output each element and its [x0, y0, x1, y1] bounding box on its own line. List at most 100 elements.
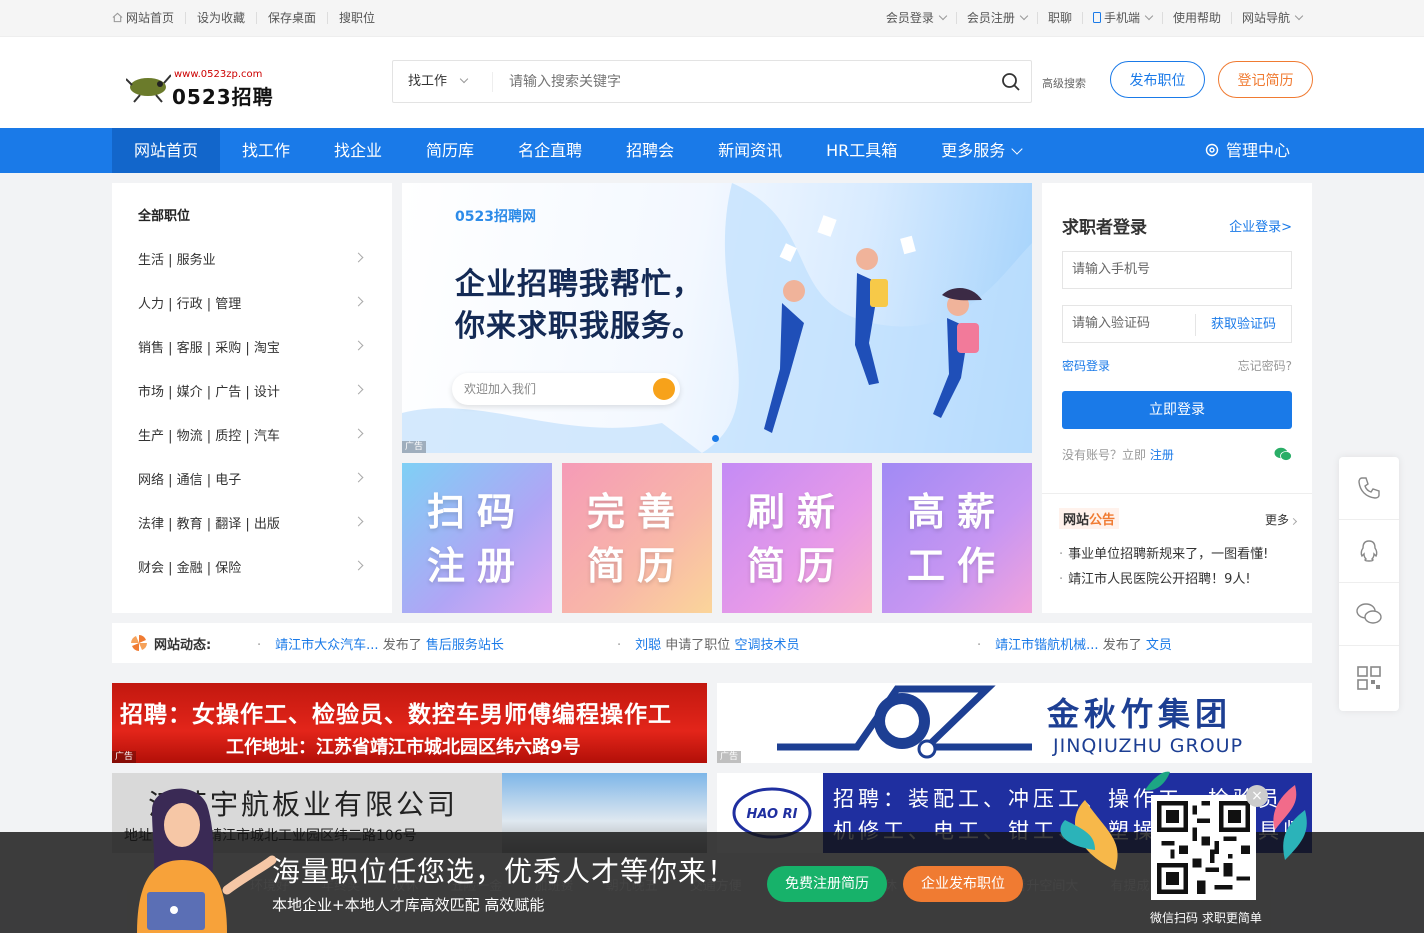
- nav-resume-library[interactable]: 简历库: [404, 128, 496, 173]
- advanced-search-link[interactable]: 高级搜索: [1042, 75, 1086, 91]
- nav-find-job[interactable]: 找工作: [220, 128, 312, 173]
- gear-icon: [1205, 143, 1219, 157]
- publish-job-button[interactable]: 发布职位: [1110, 61, 1205, 98]
- search-icon: [653, 378, 675, 400]
- dynamics-person-link[interactable]: 刘聪: [635, 638, 661, 653]
- nav-hr-toolbox[interactable]: HR工具箱: [804, 128, 919, 173]
- register-resume-button[interactable]: 登记简历: [1218, 61, 1313, 98]
- mobile-menu[interactable]: 手机端: [1081, 11, 1162, 24]
- management-center-link[interactable]: 管理中心: [1204, 128, 1290, 173]
- qq-button[interactable]: [1339, 520, 1399, 583]
- ad-banner-recruit-red[interactable]: 招聘：女操作工、检验员、数控车男师傅编程操作工 工作地址：江苏省靖江市城北园区纬…: [112, 683, 707, 763]
- carousel-dot[interactable]: [712, 435, 719, 442]
- site-logo[interactable]: www.0523zp.com 0523招聘: [126, 63, 276, 109]
- search-input[interactable]: [493, 73, 991, 90]
- company-post-job-button[interactable]: 企业发布职位: [903, 866, 1023, 902]
- promo-subtitle: 本地企业+本地人才库高效匹配 高效赋能: [272, 896, 545, 914]
- dynamics-item: 刘聪 申请了职位 空调技术员: [617, 634, 799, 653]
- dynamics-item: 靖江市大众汽车... 发布了 售后服务站长: [257, 634, 504, 653]
- chevron-down-icon: [1019, 11, 1029, 21]
- top-favorite-link[interactable]: 设为收藏: [185, 12, 256, 24]
- nav-more-services[interactable]: 更多服务: [919, 128, 1043, 173]
- tile-high-salary[interactable]: 高薪 工作: [882, 463, 1032, 613]
- banner-headline-1: 企业招聘我帮忙，: [455, 267, 703, 302]
- nav-famous-companies[interactable]: 名企直聘: [496, 128, 604, 173]
- category-item[interactable]: 生活 | 服务业: [138, 249, 364, 268]
- member-register-menu[interactable]: 会员注册: [955, 11, 1037, 24]
- top-save-desktop-link[interactable]: 保存桌面: [256, 12, 327, 24]
- ad-tag: 广告: [717, 751, 742, 763]
- search-icon: [1002, 72, 1020, 91]
- dynamics-item: 靖江市锴航机械... 发布了 文员: [977, 634, 1172, 653]
- chevron-right-icon: [353, 428, 364, 439]
- login-button[interactable]: 立即登录: [1062, 391, 1292, 429]
- tile-refresh-resume[interactable]: 刷新 简历: [722, 463, 872, 613]
- password-login-link[interactable]: 密码登录: [1062, 357, 1110, 374]
- dynamics-company-link[interactable]: 靖江市大众汽车...: [275, 638, 378, 653]
- top-home-link[interactable]: 网站首页: [112, 12, 185, 24]
- dynamics-job-link[interactable]: 售后服务站长: [426, 638, 504, 653]
- qr-code-button[interactable]: [1339, 646, 1399, 709]
- all-jobs-title[interactable]: 全部职位: [138, 205, 190, 224]
- chevron-right-icon: [353, 384, 364, 395]
- category-item[interactable]: 财会 | 金融 | 保险: [138, 557, 364, 576]
- qr-caption: 微信扫码 求职更简单: [1150, 911, 1262, 925]
- jinqiuzhu-logo-icon: [777, 685, 1032, 759]
- company-login-link[interactable]: 企业登录>: [1229, 216, 1292, 235]
- category-item[interactable]: 人力 | 行政 | 管理: [138, 293, 364, 312]
- register-link[interactable]: 注册: [1150, 448, 1174, 462]
- category-item[interactable]: 网络 | 通信 | 电子: [138, 469, 364, 488]
- home-icon: [112, 12, 123, 23]
- nav-home[interactable]: 网站首页: [112, 128, 221, 173]
- header: www.0523zp.com 0523招聘 找工作 高级搜索 发布职位 登记简历: [0, 37, 1424, 128]
- hero-banner[interactable]: 0523招聘网 企业招聘我帮忙， 你来求职我服务。 欢迎加入我们 广告: [402, 183, 1032, 453]
- category-item[interactable]: 市场 | 媒介 | 广告 | 设计: [138, 381, 364, 400]
- dynamics-label: 网站动态:: [130, 634, 211, 653]
- member-login-menu[interactable]: 会员登录: [876, 11, 956, 24]
- chevron-right-icon: [353, 296, 364, 307]
- svg-text:HAO RI: HAO RI: [747, 807, 798, 822]
- category-item[interactable]: 销售 | 客服 | 采购 | 淘宝: [138, 337, 364, 356]
- free-register-resume-button[interactable]: 免费注册简历: [767, 866, 887, 902]
- nav-find-company[interactable]: 找企业: [312, 128, 404, 173]
- get-code-button[interactable]: 获取验证码: [1195, 314, 1291, 336]
- phone-icon: [1092, 12, 1101, 23]
- notice-more-link[interactable]: 更多: [1265, 511, 1298, 528]
- tile-complete-resume[interactable]: 完善 简历: [562, 463, 712, 613]
- wechat-icon: [1356, 603, 1382, 624]
- chevron-down-icon: [459, 74, 469, 83]
- main-nav: 网站首页 找工作 找企业 简历库 名企直聘 招聘会 新闻资讯 HR工具箱 更多服…: [0, 128, 1424, 173]
- dynamics-company-link[interactable]: 靖江市锴航机械...: [995, 638, 1098, 653]
- top-search-jobs-link[interactable]: 搜职位: [327, 12, 386, 24]
- chevron-right-icon: [353, 340, 364, 351]
- chat-link[interactable]: 职聊: [1036, 12, 1082, 24]
- login-title: 求职者登录: [1062, 218, 1147, 238]
- category-item[interactable]: 生产 | 物流 | 质控 | 汽车: [138, 425, 364, 444]
- phone-call-button[interactable]: [1339, 457, 1399, 520]
- wechat-icon[interactable]: [1274, 447, 1292, 461]
- site-nav-menu[interactable]: 网站导航: [1230, 11, 1312, 24]
- search-button[interactable]: [991, 62, 1031, 102]
- help-link[interactable]: 使用帮助: [1161, 12, 1231, 24]
- dynamics-job-link[interactable]: 空调技术员: [734, 638, 799, 653]
- divider: [1042, 493, 1312, 494]
- top-bar: 网站首页 设为收藏 保存桌面 搜职位 会员登录 会员注册 职聊 手机端 使用帮助…: [0, 0, 1424, 37]
- floating-toolbar: [1339, 457, 1399, 711]
- dynamics-job-link[interactable]: 文员: [1146, 638, 1172, 653]
- phone-input[interactable]: 请输入手机号: [1062, 251, 1292, 289]
- ad-banner-jinqiuzhu[interactable]: 金秋竹集团 JINQIUZHU GROUP 广告: [717, 683, 1312, 763]
- close-qr-button[interactable]: ×: [1246, 785, 1268, 807]
- forgot-password-link[interactable]: 忘记密码?: [1238, 357, 1292, 374]
- nav-job-fair[interactable]: 招聘会: [604, 128, 696, 173]
- wechat-button[interactable]: [1339, 583, 1399, 646]
- tile-scan-register[interactable]: 扫码 注册: [402, 463, 552, 613]
- ad-tag: 广告: [402, 441, 427, 453]
- code-input[interactable]: 请输入验证码 获取验证码: [1062, 305, 1292, 343]
- search-type-select[interactable]: 找工作: [393, 71, 493, 92]
- banner-brand: 0523招聘网: [455, 209, 536, 225]
- nav-news[interactable]: 新闻资讯: [696, 128, 804, 173]
- notice-item[interactable]: 靖江市人民医院公开招聘！9人!: [1059, 568, 1250, 587]
- notice-item[interactable]: 事业单位招聘新规来了，一图看懂!: [1059, 543, 1268, 562]
- category-item[interactable]: 法律 | 教育 | 翻译 | 出版: [138, 513, 364, 532]
- site-dynamics-bar: 网站动态: 靖江市大众汽车... 发布了 售后服务站长 刘聪 申请了职位 空调技…: [112, 623, 1312, 663]
